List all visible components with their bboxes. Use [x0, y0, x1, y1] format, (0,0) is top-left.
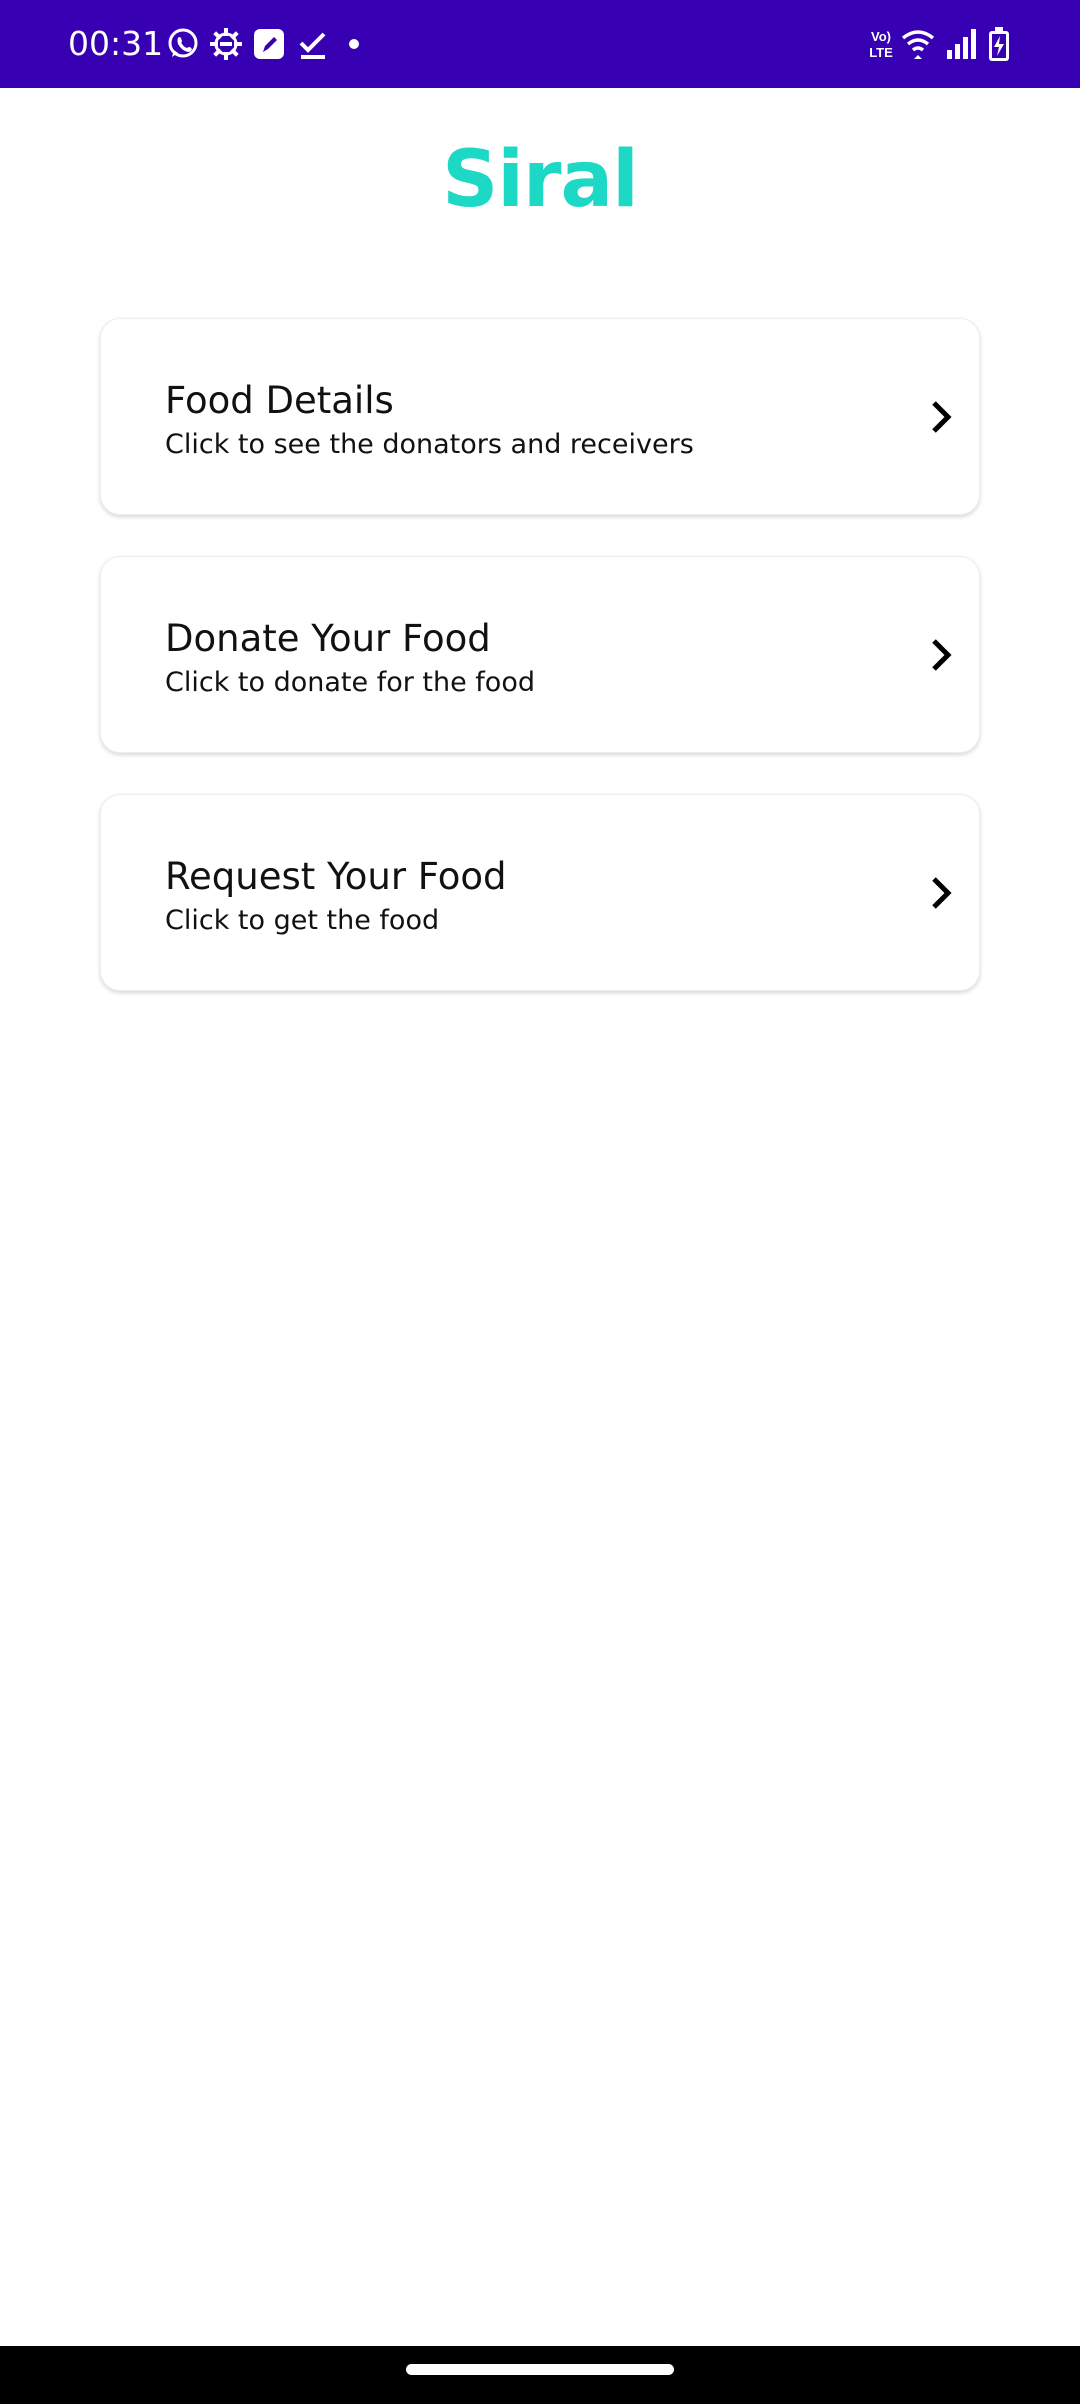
card-title: Donate Your Food — [165, 617, 491, 660]
note-edit-icon — [251, 26, 287, 62]
request-food-card[interactable]: Request Your Food Click to get the food — [100, 794, 980, 991]
home-gesture-handle[interactable] — [406, 2364, 674, 2375]
signal-icon — [943, 26, 979, 62]
app-title: Siral — [442, 135, 639, 225]
volte-top-text: Vo) — [871, 29, 891, 44]
card-title: Request Your Food — [165, 855, 507, 898]
volte-bottom-text: LTE — [869, 45, 893, 60]
card-title: Food Details — [165, 379, 394, 422]
whatsapp-icon — [165, 26, 201, 62]
status-time: 00:31 — [68, 24, 164, 63]
chevron-right-icon — [927, 399, 957, 435]
gear-badge-icon — [208, 26, 244, 62]
card-subtitle: Click to donate for the food — [165, 667, 535, 698]
status-bar: 00:31 Vo) LTE — [0, 0, 1080, 88]
chevron-right-icon — [927, 637, 957, 673]
chevron-right-icon — [927, 875, 957, 911]
food-details-card[interactable]: Food Details Click to see the donators a… — [100, 318, 980, 515]
card-subtitle: Click to get the food — [165, 905, 440, 936]
battery-charging-icon — [987, 26, 1011, 62]
donate-food-card[interactable]: Donate Your Food Click to donate for the… — [100, 556, 980, 753]
check-download-icon — [295, 26, 331, 62]
wifi-icon — [900, 26, 936, 62]
card-subtitle: Click to see the donators and receivers — [165, 429, 694, 460]
volte-lte-icon: Vo) LTE — [866, 26, 896, 62]
navigation-bar — [0, 2346, 1080, 2404]
dot-icon — [339, 26, 375, 62]
